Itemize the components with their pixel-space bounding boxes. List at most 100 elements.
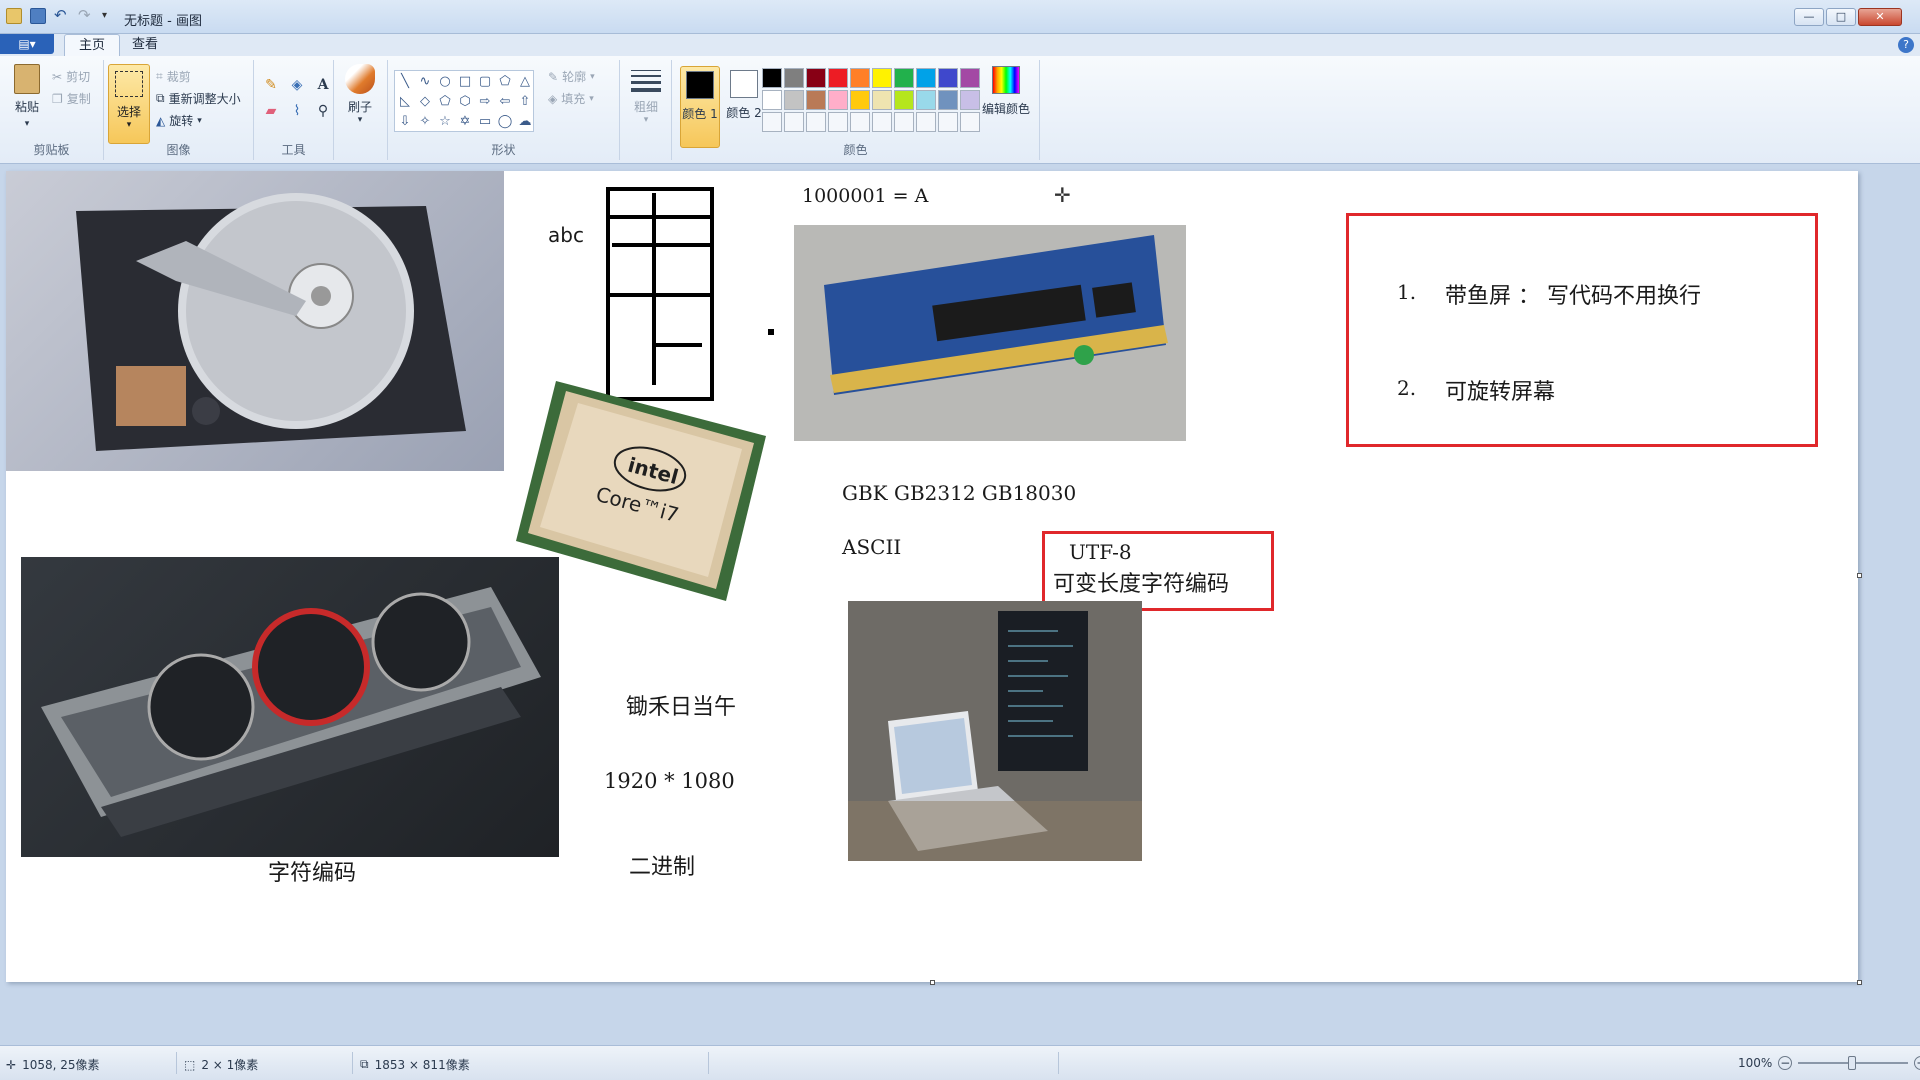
palette-swatch-r2-c3[interactable] xyxy=(806,90,826,110)
color2-label: 颜色 2 xyxy=(726,106,762,120)
palette-swatch-r2-c5[interactable] xyxy=(850,90,870,110)
color-picker-icon[interactable]: ⌇ xyxy=(286,100,308,122)
palette-swatch-r1-c5[interactable] xyxy=(850,68,870,88)
zoom-slider[interactable] xyxy=(1798,1056,1909,1070)
palette-swatch-r1-c3[interactable] xyxy=(806,68,826,88)
up-arrow-shape-icon[interactable]: ⇧ xyxy=(515,91,535,111)
right-arrow-shape-icon[interactable]: ⇨ xyxy=(475,91,495,111)
palette-custom-slot-6[interactable] xyxy=(872,112,892,132)
palette-swatch-r2-c8[interactable] xyxy=(916,90,936,110)
canvas-resize-handle-bottom[interactable] xyxy=(930,980,935,985)
palette-custom-slot-1[interactable] xyxy=(762,112,782,132)
scissors-icon: ✂ xyxy=(52,69,63,84)
palette-custom-slot-7[interactable] xyxy=(894,112,914,132)
text-tool-icon[interactable]: A xyxy=(312,74,334,96)
save-icon[interactable] xyxy=(30,8,46,24)
tab-home[interactable]: 主页 xyxy=(64,34,121,56)
callout-rect-icon[interactable]: ▭ xyxy=(475,111,495,131)
polygon-shape-icon[interactable]: ⬠ xyxy=(495,71,515,91)
hexagon-shape-icon[interactable]: ⬡ xyxy=(455,91,475,111)
minimize-button[interactable]: — xyxy=(1794,8,1824,26)
paste-button[interactable]: 粘贴 ▾ xyxy=(8,64,46,129)
help-icon[interactable]: ? xyxy=(1898,37,1914,53)
color2-button[interactable]: 颜色 2 xyxy=(724,66,764,148)
palette-swatch-r1-c8[interactable] xyxy=(916,68,936,88)
palette-swatch-r2-c7[interactable] xyxy=(894,90,914,110)
tab-view[interactable]: 查看 xyxy=(118,34,172,56)
redo-icon[interactable]: ↷ xyxy=(78,8,94,24)
down-arrow-shape-icon[interactable]: ⇩ xyxy=(395,111,415,131)
rotate-button[interactable]: ◭ 旋转 ▾ xyxy=(156,112,202,129)
rectangle-shape-icon[interactable]: □ xyxy=(455,71,475,91)
chevron-down-icon: ▾ xyxy=(357,115,363,125)
palette-swatch-r1-c4[interactable] xyxy=(828,68,848,88)
oval-shape-icon[interactable]: ○ xyxy=(435,71,455,91)
curve-shape-icon[interactable]: ∿ xyxy=(415,71,435,91)
close-button[interactable]: ✕ xyxy=(1858,8,1902,26)
triangle-shape-icon[interactable]: △ xyxy=(515,71,535,91)
palette-swatch-r2-c1[interactable] xyxy=(762,90,782,110)
zoom-slider-thumb[interactable] xyxy=(1848,1056,1857,1070)
brushes-button[interactable]: 刷子 ▾ xyxy=(340,64,380,125)
pencil-icon[interactable]: ✎ xyxy=(260,74,282,96)
six-point-star-icon[interactable]: ✡ xyxy=(455,111,475,131)
file-menu-button[interactable]: ▤▾ xyxy=(0,34,54,54)
edit-colors-button[interactable]: 编辑颜色 xyxy=(980,66,1032,117)
fill-button[interactable]: ◈ 填充 ▾ xyxy=(548,90,594,107)
canvas-resize-handle-corner[interactable] xyxy=(1857,980,1862,985)
diamond-shape-icon[interactable]: ◇ xyxy=(415,91,435,111)
palette-swatch-r1-c2[interactable] xyxy=(784,68,804,88)
rounded-rect-shape-icon[interactable]: ▢ xyxy=(475,71,495,91)
select-button[interactable]: 选择 ▾ xyxy=(108,64,150,144)
callout-cloud-icon[interactable]: ☁ xyxy=(515,111,535,131)
customize-toolbar-icon[interactable]: ▾ xyxy=(102,8,118,24)
palette-swatch-r1-c9[interactable] xyxy=(938,68,958,88)
eraser-icon[interactable]: ▰ xyxy=(260,100,282,122)
outline-button[interactable]: ✎ 轮廓 ▾ xyxy=(548,68,595,85)
paint-app-icon[interactable] xyxy=(6,8,22,24)
left-arrow-shape-icon[interactable]: ⇦ xyxy=(495,91,515,111)
callout-oval-icon[interactable]: ◯ xyxy=(495,111,515,131)
shapes-gallery[interactable]: ╲ ∿ ○ □ ▢ ⬠ △ ◺ ◇ ⬠ ⬡ ⇨ ⇦ ⇧ ⇩ ✧ ☆ ✡ ▭ ◯ … xyxy=(394,70,534,132)
zoom-out-icon[interactable]: − xyxy=(1778,1056,1793,1070)
color-palette xyxy=(762,68,980,132)
five-point-star-icon[interactable]: ☆ xyxy=(435,111,455,131)
palette-custom-slot-9[interactable] xyxy=(938,112,958,132)
cut-button[interactable]: ✂ 剪切 xyxy=(52,68,90,85)
size-button[interactable]: 粗细 ▾ xyxy=(628,66,664,125)
palette-custom-slot-5[interactable] xyxy=(850,112,870,132)
ram-image xyxy=(794,225,1186,441)
palette-custom-slot-2[interactable] xyxy=(784,112,804,132)
magnifier-icon[interactable]: ⚲ xyxy=(312,100,334,122)
color1-button[interactable]: 颜色 1 xyxy=(680,66,720,148)
four-point-star-icon[interactable]: ✧ xyxy=(415,111,435,131)
palette-swatch-r2-c6[interactable] xyxy=(872,90,892,110)
palette-swatch-r2-c2[interactable] xyxy=(784,90,804,110)
color2-swatch xyxy=(730,70,758,98)
line-shape-icon[interactable]: ╲ xyxy=(395,71,415,91)
dot-mark xyxy=(768,329,774,335)
palette-custom-slot-10[interactable] xyxy=(960,112,980,132)
palette-swatch-r2-c9[interactable] xyxy=(938,90,958,110)
undo-icon[interactable]: ↶ xyxy=(54,8,70,24)
palette-custom-slot-8[interactable] xyxy=(916,112,936,132)
pentagon-shape-icon[interactable]: ⬠ xyxy=(435,91,455,111)
palette-swatch-r1-c1[interactable] xyxy=(762,68,782,88)
palette-swatch-r2-c10[interactable] xyxy=(960,90,980,110)
drawing-canvas[interactable]: abc intel Core™i7 1000001 = A ✛ 1. 带鱼屏 ：… xyxy=(6,171,1858,982)
canvas-resize-handle-right[interactable] xyxy=(1857,573,1862,578)
resize-button[interactable]: ⧉ 重新调整大小 xyxy=(156,90,241,107)
copy-button[interactable]: ❐ 复制 xyxy=(52,90,91,107)
palette-swatch-r2-c4[interactable] xyxy=(828,90,848,110)
zoom-in-icon[interactable]: + xyxy=(1914,1056,1920,1070)
palette-custom-slot-3[interactable] xyxy=(806,112,826,132)
fill-bucket-icon[interactable]: ◈ xyxy=(286,74,308,96)
right-triangle-shape-icon[interactable]: ◺ xyxy=(395,91,415,111)
crop-button[interactable]: ⌗ 裁剪 xyxy=(156,68,191,85)
ram-illustration xyxy=(824,235,1168,395)
palette-custom-slot-4[interactable] xyxy=(828,112,848,132)
palette-swatch-r1-c7[interactable] xyxy=(894,68,914,88)
maximize-button[interactable]: □ xyxy=(1826,8,1856,26)
palette-swatch-r1-c6[interactable] xyxy=(872,68,892,88)
palette-swatch-r1-c10[interactable] xyxy=(960,68,980,88)
